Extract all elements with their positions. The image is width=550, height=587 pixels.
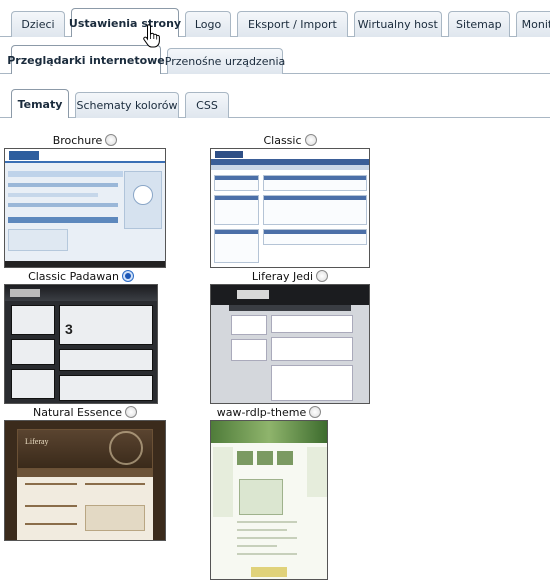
theme-classic-padawan[interactable]: Classic Padawan [4,268,158,284]
thumb-row [8,217,118,223]
tab-logo[interactable]: Logo [185,11,231,37]
thumb-photo [237,451,253,465]
thumb-calendar [8,229,68,251]
thumb-nav [17,469,153,477]
thumb-calendar [85,505,145,531]
thumb-portlet [263,229,367,245]
theme-name: Brochure [52,133,103,147]
theme-radio-classic[interactable] [304,134,317,146]
thumb-clock [133,185,153,205]
theme-padawan-head: Classic Padawan [4,268,158,284]
thumb-logo [215,151,243,158]
thumb-map [239,479,283,515]
thumb-line [85,483,145,485]
theme-waw-head: waw-rdlp-theme [210,404,328,420]
thumb-panel [59,349,153,371]
theme-name: Liferay Jedi [251,269,314,283]
thumbnail-brochure[interactable] [4,148,166,268]
thumb-footer-logo [251,567,287,577]
theme-liferay-jedi[interactable]: Liferay Jedi [210,268,370,284]
theme-radio-classic-padawan[interactable] [121,270,134,282]
thumb-line [25,483,77,485]
thumbnail-liferay-jedi[interactable] [210,284,370,404]
thumbnail-natural-essence[interactable]: Liferay [4,420,166,541]
top-tab-bar: Dzieci Ustawienia strony Logo Eksport / … [0,4,550,38]
theme-radio-brochure[interactable] [105,134,118,146]
theme-classic[interactable]: Classic [210,132,370,148]
thumbnail-waw-rdlp[interactable] [210,420,328,580]
thumb-header [211,421,327,443]
theme-name: Classic [263,133,302,147]
theme-name: waw-rdlp-theme [216,405,307,419]
thumb-row [8,203,118,207]
thumb-header [211,285,369,305]
thumb-line [25,505,77,507]
thumb-line [237,521,297,523]
theme-classic-head: Classic [210,132,370,148]
thumb-row [8,193,98,197]
thumb-panel [11,339,55,365]
thumb-portlet [263,195,367,225]
thumb-line [237,529,287,531]
thumbnail-classic-padawan[interactable]: 3 [4,284,158,404]
thumb-nav [8,171,123,177]
thumb-date-number: 3 [65,321,73,337]
thumb-menu [211,165,369,170]
thumb-panel [231,339,267,361]
thumb-sidebar [213,447,233,517]
tab-wirtualny-host[interactable]: Wirtualny host [353,11,442,37]
device-tab-bar: Przeglądarki internetowe Przenośne urząd… [0,44,550,75]
thumb-panel [11,369,55,399]
thumb-photo [257,451,273,465]
thumb-panel [59,375,153,401]
theme-waw-rdlp[interactable]: waw-rdlp-theme [210,404,328,420]
thumb-panel [59,305,153,345]
thumb-portlet [214,175,259,191]
thumb-sidebar [307,447,327,497]
thumb-line [25,523,77,525]
theme-name: Classic Padawan [28,269,119,283]
thumb-title: Liferay [25,437,49,446]
thumbnail-classic[interactable] [210,148,370,268]
theme-brochure-head: Brochure [4,132,166,148]
tab-css[interactable]: CSS [185,92,229,118]
thumb-line [237,545,277,547]
tab-przegladarki[interactable]: Przeglądarki internetowe [7,45,165,75]
thumb-panel [231,315,267,335]
theme-brochure[interactable]: Brochure [4,132,166,148]
thumb-line [237,537,297,539]
thumb-logo [10,289,40,297]
thumb-panel [11,305,55,335]
theme-natural-head: Natural Essence [4,404,166,420]
tab-przenosne[interactable]: Przenośne urządzenia [165,48,285,74]
thumb-nav [229,305,351,311]
tab-sitemap[interactable]: Sitemap [447,11,510,37]
hand-cursor-icon [143,24,160,48]
thumb-logo [9,151,39,160]
theme-name: Natural Essence [32,405,123,419]
thumb-footer [5,261,165,267]
tab-tematy[interactable]: Tematy [11,89,69,119]
tab-monitoring[interactable]: Monitoro [515,11,550,37]
thumb-logo [237,290,269,299]
look-tab-bar: Tematy Schematy kolorów CSS [0,88,550,119]
thumb-panel [271,337,353,361]
theme-radio-waw-rdlp[interactable] [309,406,322,418]
tab-dzieci[interactable]: Dzieci [11,11,65,37]
thumb-line [237,553,297,555]
tab-eksport-import[interactable]: Eksport / Import [237,11,348,37]
thumb-photo [277,451,293,465]
thumb-row [8,183,118,187]
theme-natural-essence[interactable]: Natural Essence [4,404,166,420]
theme-radio-liferay-jedi[interactable] [316,270,329,282]
flower-icon [109,431,143,465]
thumb-portlet [263,175,367,191]
thumb-panel [271,315,353,333]
tab-schematy-kolorow[interactable]: Schematy kolorów [75,92,179,118]
thumb-panel [271,365,353,401]
thumb-portlet [214,195,259,225]
thumb-portlet [214,229,259,263]
theme-jedi-head: Liferay Jedi [210,268,370,284]
theme-radio-natural-essence[interactable] [125,406,138,418]
